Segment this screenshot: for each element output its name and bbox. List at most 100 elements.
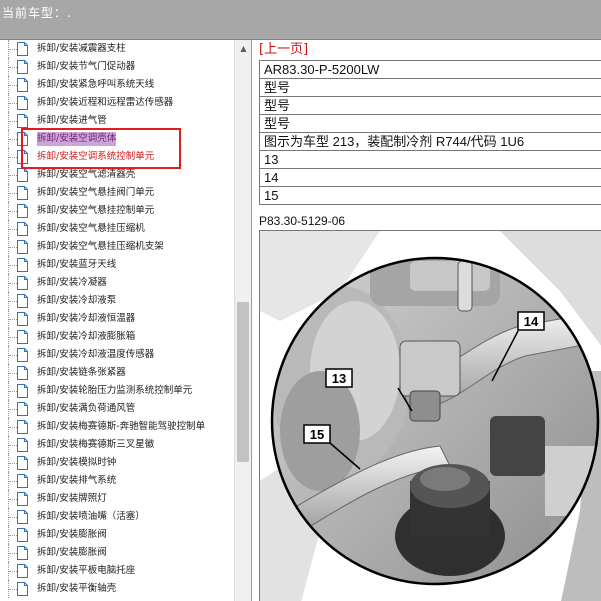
tree-item[interactable]: 拆卸/安装近程和远程雷达传感器 xyxy=(0,94,234,112)
tree-item[interactable]: 拆卸/安装膨胀阀 xyxy=(0,544,234,562)
tree-item[interactable]: 拆卸/安装排气系统 xyxy=(0,472,234,490)
tree-item[interactable]: 拆卸/安装满负荷通风管 xyxy=(0,400,234,418)
callout-13-text: 13 xyxy=(332,371,346,386)
tree-item[interactable]: 拆卸/安装空气悬挂压缩机支架 xyxy=(0,238,234,256)
tree-item-label: 拆卸/安装平衡轴壳 xyxy=(37,583,117,594)
tree-item[interactable]: 拆卸/安装节气门促动器 xyxy=(0,58,234,76)
tree-item[interactable]: 拆卸/安装蓝牙天线 xyxy=(0,256,234,274)
tree-item[interactable]: 拆卸/安装空气悬挂压缩机 xyxy=(0,220,234,238)
info-table: AR83.30-P-5200LW 型号 型号 型号 图示为车型 213，装配制冷剂 R7… xyxy=(259,60,601,205)
tree-item[interactable]: 拆卸/安装冷却液泵 xyxy=(0,292,234,310)
tree-item-label: 拆卸/安装冷却液恒温器 xyxy=(37,313,136,324)
tree-connector-branch xyxy=(9,553,17,554)
document-icon xyxy=(17,438,28,452)
tree-scrollbar[interactable]: ▲ xyxy=(234,40,251,601)
tree-connector-branch xyxy=(9,247,17,248)
current-vehicle-label: 当前车型：. xyxy=(2,6,72,20)
tree-item[interactable]: 拆卸/安装空气悬挂控制单元 xyxy=(0,202,234,220)
info-row: AR83.30-P-5200LW xyxy=(259,60,601,79)
tree-item-label: 拆卸/安装冷凝器 xyxy=(37,277,107,288)
tree-item-label: 拆卸/安装链条张紧器 xyxy=(37,367,126,378)
tree-item[interactable]: 拆卸/安装膨胀阀 xyxy=(0,526,234,544)
navigation-tree-pane: 拆卸/安装减震器支柱拆卸/安装节气门促动器拆卸/安装紧急呼叫系统天线拆卸/安装近… xyxy=(0,40,252,601)
procedure-tree: 拆卸/安装减震器支柱拆卸/安装节气门促动器拆卸/安装紧急呼叫系统天线拆卸/安装近… xyxy=(0,40,234,598)
tree-connector-branch xyxy=(9,49,17,50)
tree-connector-branch xyxy=(9,499,17,500)
tree-item[interactable]: 拆卸/安装平板电脑托座 xyxy=(0,562,234,580)
tree-item-label: 拆卸/安装近程和远程雷达传感器 xyxy=(37,97,174,108)
callout-13: 13 xyxy=(325,368,353,388)
tree-connector-branch xyxy=(9,463,17,464)
tree-item-label: 拆卸/安装牌照灯 xyxy=(37,493,107,504)
document-icon xyxy=(17,330,28,344)
tree-item-label: 拆卸/安装空气悬挂阀门单元 xyxy=(37,187,155,198)
tree-item[interactable]: 拆卸/安装冷却液温度传感器 xyxy=(0,346,234,364)
document-icon xyxy=(17,564,28,578)
tree-item[interactable]: 拆卸/安装梅赛德斯三叉星徽 xyxy=(0,436,234,454)
tree-connector-branch xyxy=(9,355,17,356)
tree-item[interactable]: 拆卸/安装模拟时钟 xyxy=(0,454,234,472)
tree-item-label: 拆卸/安装进气管 xyxy=(37,115,107,126)
tree-connector-branch xyxy=(9,121,17,122)
tree-connector-branch xyxy=(9,229,17,230)
tree-connector-branch xyxy=(9,517,17,518)
tree-item[interactable]: 拆卸/安装减震器支柱 xyxy=(0,40,234,58)
tree-item[interactable]: 拆卸/安装牌照灯 xyxy=(0,490,234,508)
document-icon xyxy=(17,312,28,326)
info-cell: 图示为车型 213，装配制冷剂 R744/代码 1U6 xyxy=(259,132,601,151)
tree-item-label: 拆卸/安装空气滤清器壳 xyxy=(37,169,136,180)
scroll-thumb[interactable] xyxy=(237,302,249,462)
document-icon xyxy=(17,582,28,596)
tree-item[interactable]: 拆卸/安装空气悬挂阀门单元 xyxy=(0,184,234,202)
tree-connector-branch xyxy=(9,139,17,140)
red-highlight-box xyxy=(21,128,181,169)
document-icon xyxy=(17,78,28,92)
tree-item[interactable]: 拆卸/安装冷凝器 xyxy=(0,274,234,292)
document-icon xyxy=(17,258,28,272)
tree-connector-branch xyxy=(9,337,17,338)
document-icon xyxy=(17,348,28,362)
tree-connector-branch xyxy=(9,427,17,428)
tree-item[interactable]: 拆卸/安装喷油嘴（活塞） xyxy=(0,508,234,526)
document-icon xyxy=(17,294,28,308)
info-row: 15 xyxy=(259,186,601,205)
previous-page-link[interactable]: [上一页] xyxy=(259,42,308,58)
tree-item-label: 拆卸/安装空气悬挂压缩机 xyxy=(37,223,145,234)
info-cell: 型号 xyxy=(259,96,601,115)
document-icon xyxy=(17,546,28,560)
document-icon xyxy=(17,222,28,236)
callout-15: 15 xyxy=(303,424,331,444)
info-row: 图示为车型 213，装配制冷剂 R744/代码 1U6 xyxy=(259,132,601,151)
tree-connector-branch xyxy=(9,301,17,302)
figure-code: P83.30-5129-06 xyxy=(259,214,346,228)
tree-item[interactable]: 拆卸/安装链条张紧器 xyxy=(0,364,234,382)
engine-bay-illustration: 13 14 15 xyxy=(260,231,601,601)
document-icon xyxy=(17,114,28,128)
tree-item-label: 拆卸/安装空气悬挂压缩机支架 xyxy=(37,241,164,252)
tree-item[interactable]: 拆卸/安装紧急呼叫系统天线 xyxy=(0,76,234,94)
tree-item[interactable]: 拆卸/安装冷却液膨胀箱 xyxy=(0,328,234,346)
tree-connector-branch xyxy=(9,445,17,446)
tree-item-label: 拆卸/安装冷却液泵 xyxy=(37,295,117,306)
document-icon xyxy=(17,42,28,56)
tree-connector-branch xyxy=(9,391,17,392)
tree-item-label: 拆卸/安装膨胀阀 xyxy=(37,547,107,558)
tree-item-label: 拆卸/安装减震器支柱 xyxy=(37,43,126,54)
tree-item-label: 拆卸/安装紧急呼叫系统天线 xyxy=(37,79,155,90)
tree-connector-branch xyxy=(9,283,17,284)
tree-item[interactable]: 拆卸/安装冷却液恒温器 xyxy=(0,310,234,328)
tree-connector-branch xyxy=(9,571,17,572)
tree-connector-branch xyxy=(9,481,17,482)
document-icon xyxy=(17,60,28,74)
info-row: 13 xyxy=(259,150,601,169)
document-icon xyxy=(17,384,28,398)
tree-connector-branch xyxy=(9,103,17,104)
tree-item[interactable]: 拆卸/安装梅赛德斯-奔驰智能驾驶控制单 xyxy=(0,418,234,436)
info-row: 型号 xyxy=(259,114,601,133)
tree-item[interactable]: 拆卸/安装轮胎压力监测系统控制单元 xyxy=(0,382,234,400)
tree-item-label: 拆卸/安装膨胀阀 xyxy=(37,529,107,540)
tree-item[interactable]: 拆卸/安装平衡轴壳 xyxy=(0,580,234,598)
info-cell: 型号 xyxy=(259,78,601,97)
scroll-up-arrow-icon[interactable]: ▲ xyxy=(235,40,251,57)
tree-item-label: 拆卸/安装梅赛德斯三叉星徽 xyxy=(37,439,155,450)
